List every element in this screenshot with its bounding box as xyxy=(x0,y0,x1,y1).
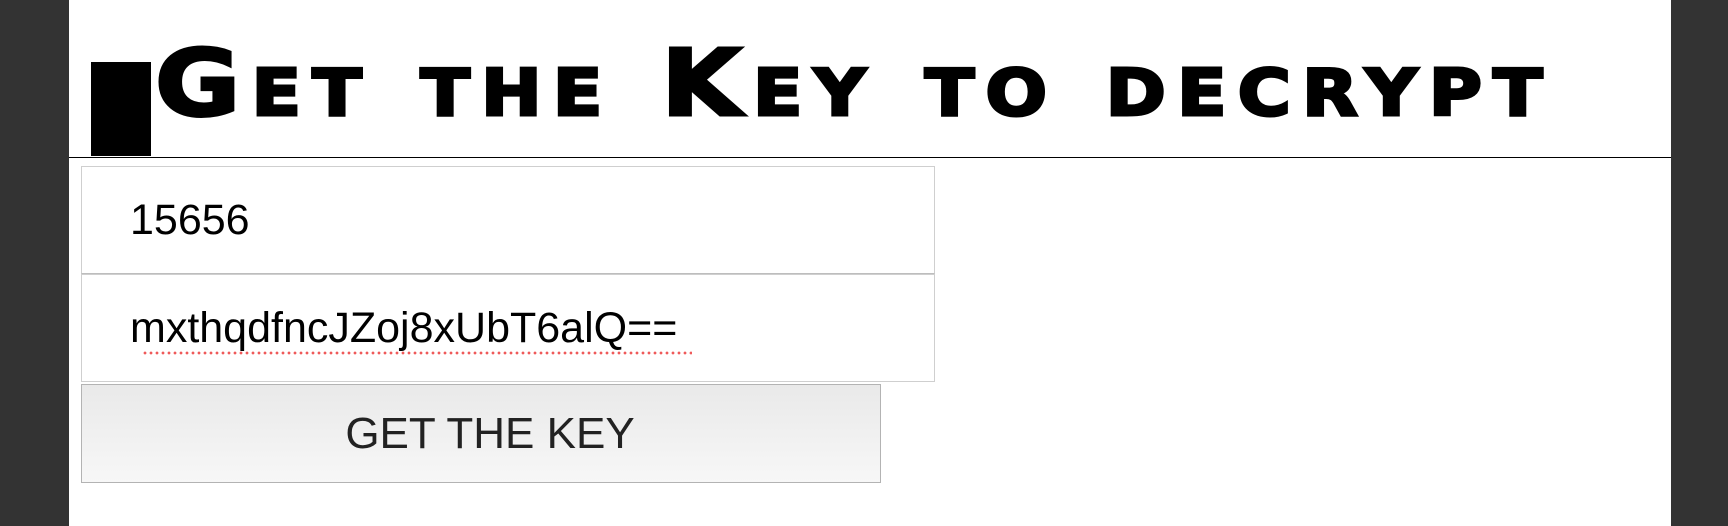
ciphertext-input[interactable] xyxy=(81,274,935,382)
text-cursor-block xyxy=(91,62,151,156)
heading-row: Get the Key to decrypt xyxy=(69,0,1671,158)
page-title: Get the Key to decrypt xyxy=(153,30,1554,137)
get-key-button[interactable]: GET THE KEY xyxy=(81,384,881,483)
page: Get the Key to decrypt GET THE KEY xyxy=(69,0,1671,526)
key-input[interactable] xyxy=(81,166,935,274)
